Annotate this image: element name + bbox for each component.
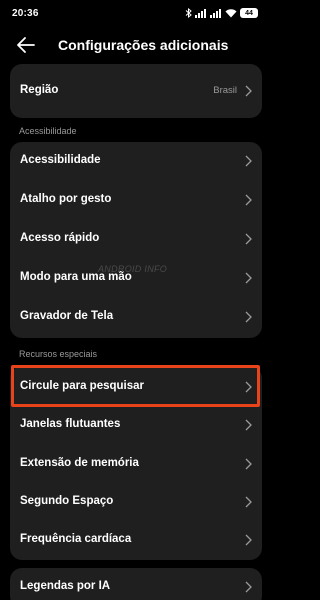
region-value: Brasil: [213, 85, 237, 96]
chevron-right-icon: [245, 311, 252, 323]
header: Configurações adicionais: [0, 28, 270, 62]
chevron-right-icon: [245, 581, 252, 593]
section-label-accessibility: Acessibilidade: [19, 126, 77, 136]
chevron-right-icon: [245, 155, 252, 167]
region-label: Região: [20, 84, 59, 96]
chevron-right-icon: [245, 458, 252, 470]
page-title: Configurações adicionais: [58, 37, 229, 53]
quick-access-item[interactable]: Acesso rápido: [10, 220, 262, 258]
settings-card-accessibility: Acessibilidade Atalho por gesto Acesso r…: [10, 142, 262, 338]
highlight-box: [11, 365, 260, 407]
ai-captions-item[interactable]: Legendas por IA: [10, 568, 262, 600]
item-label: Janelas flutuantes: [20, 418, 121, 430]
chevron-right-icon: [245, 194, 252, 206]
wifi-icon: [225, 9, 237, 18]
item-label: Legendas por IA: [20, 580, 111, 592]
chevron-right-icon: [245, 419, 252, 431]
item-label: Frequência cardíaca: [20, 533, 132, 545]
item-label: Atalho por gesto: [20, 193, 112, 205]
signal-icon-2: [210, 9, 221, 18]
item-label: Segundo Espaço: [20, 495, 114, 507]
heart-rate-item[interactable]: Frequência cardíaca: [10, 521, 262, 559]
back-arrow-icon[interactable]: [16, 36, 36, 54]
region-item[interactable]: Região Brasil: [10, 72, 262, 110]
item-label: Acessibilidade: [20, 154, 101, 166]
second-space-item[interactable]: Segundo Espaço: [10, 483, 262, 521]
status-bar: 20:36 44: [0, 0, 270, 28]
gesture-shortcut-item[interactable]: Atalho por gesto: [10, 181, 262, 219]
battery-icon: 44: [240, 8, 258, 18]
chevron-right-icon: [245, 272, 252, 284]
chevron-right-icon: [245, 496, 252, 508]
watermark: ANDROID INFO: [98, 264, 168, 274]
section-label-special-features: Recursos especiais: [19, 349, 98, 359]
chevron-right-icon: [245, 233, 252, 245]
accessibility-item[interactable]: Acessibilidade: [10, 142, 262, 180]
signal-icon: [195, 9, 206, 18]
floating-windows-item[interactable]: Janelas flutuantes: [10, 406, 262, 444]
item-label: Gravador de Tela: [20, 310, 114, 322]
item-label: Acesso rápido: [20, 232, 100, 244]
settings-card-ai: Legendas por IA: [10, 568, 262, 600]
chevron-right-icon: [245, 534, 252, 546]
bluetooth-icon: [185, 8, 192, 18]
settings-card-general: Região Brasil: [10, 64, 262, 118]
status-time: 20:36: [12, 8, 39, 19]
memory-extension-item[interactable]: Extensão de memória: [10, 445, 262, 483]
chevron-right-icon: [245, 85, 252, 97]
item-label: Extensão de memória: [20, 457, 139, 469]
screen-recorder-item[interactable]: Gravador de Tela: [10, 298, 262, 336]
status-icons: 44: [185, 8, 258, 18]
